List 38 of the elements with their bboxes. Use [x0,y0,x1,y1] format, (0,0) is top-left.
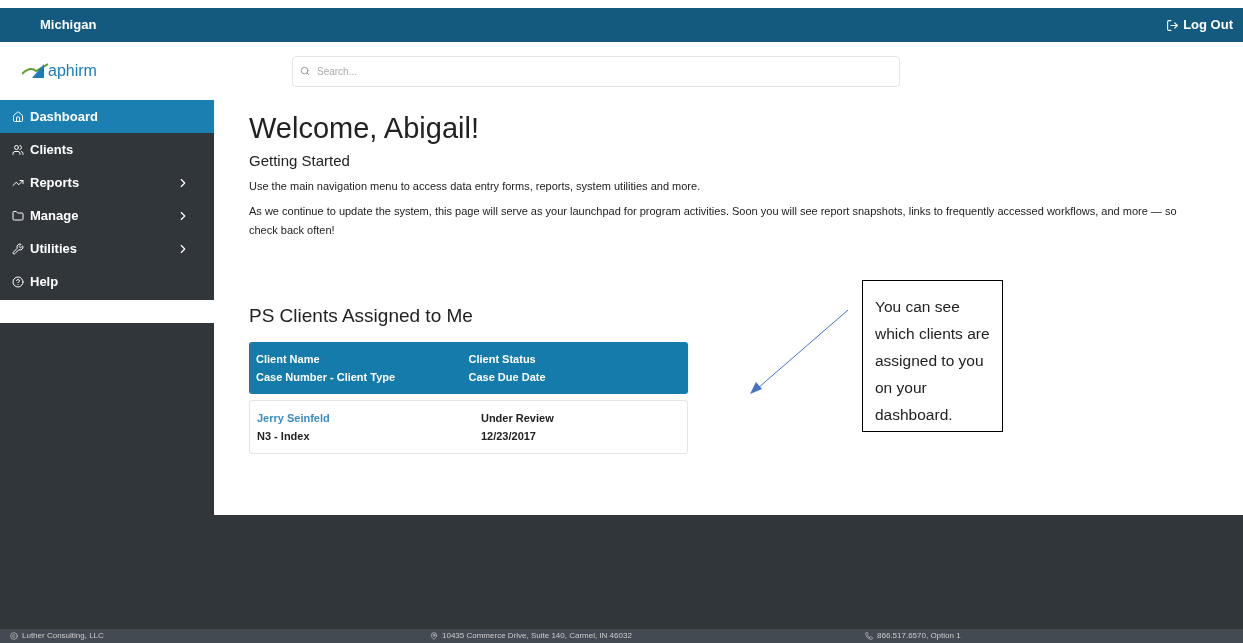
sidebar-item[interactable]: Utilities [0,232,214,265]
pin-icon [430,632,438,640]
client-link[interactable]: Jerry Seinfeld [257,409,481,427]
address: 10435 Commerce Drive, Suite 140, Carmel, IN 46032 [442,630,632,642]
logout-button[interactable]: Log Out [1166,15,1233,35]
tools-icon [12,242,24,255]
state-name: Michigan [40,16,97,35]
users-icon [12,143,24,156]
section-heading: PS Clients Assigned to Me [249,303,473,328]
copyright-icon [10,632,18,640]
welcome-heading: Welcome, Abigail! [249,111,480,146]
logo-icon [22,62,48,80]
paragraph: As we continue to update the system, this page will serve as your launchpad for program activities. Soon you will see report snapshots, links to frequently accessed workflows, and more — so check back often! [249,203,1178,238]
column-heading: Client Name [256,352,321,367]
logo: aphirm [0,59,214,83]
folder-icon [12,209,24,222]
logout-icon [1166,18,1180,32]
sidebar-item[interactable]: Reports [0,166,214,199]
column-heading: Case Number - Client Type [256,370,397,385]
callout-text: You can see which clients are assigned to you on your dashboard. [875,298,990,423]
sidebar-item[interactable]: Clients [0,133,214,166]
help-icon [12,275,24,288]
phone-number: 866.517.6570, Option 1 [877,630,961,642]
table-cell-text: N3 - Index [257,429,311,444]
table-cell-text: Under Review [480,411,555,426]
company-name: Luther Consulting, LLC [22,630,104,642]
table-cell-text: 12/23/2017 [480,429,537,444]
column-heading: Case Due Date [468,370,547,385]
sidebar-item[interactable]: Dashboard [0,100,214,133]
phone-icon [865,632,873,640]
sidebar-item[interactable]: Manage [0,199,214,232]
search-icon [300,65,310,76]
home-icon [12,110,24,123]
sidebar-item[interactable]: Help [0,265,214,298]
search-field[interactable]: Search... [292,55,900,87]
subtitle: Getting Started [249,151,351,171]
paragraph: Use the main navigation menu to access data entry forms, reports, system utilities and more. [249,178,702,194]
column-heading: Client Status [468,352,537,367]
